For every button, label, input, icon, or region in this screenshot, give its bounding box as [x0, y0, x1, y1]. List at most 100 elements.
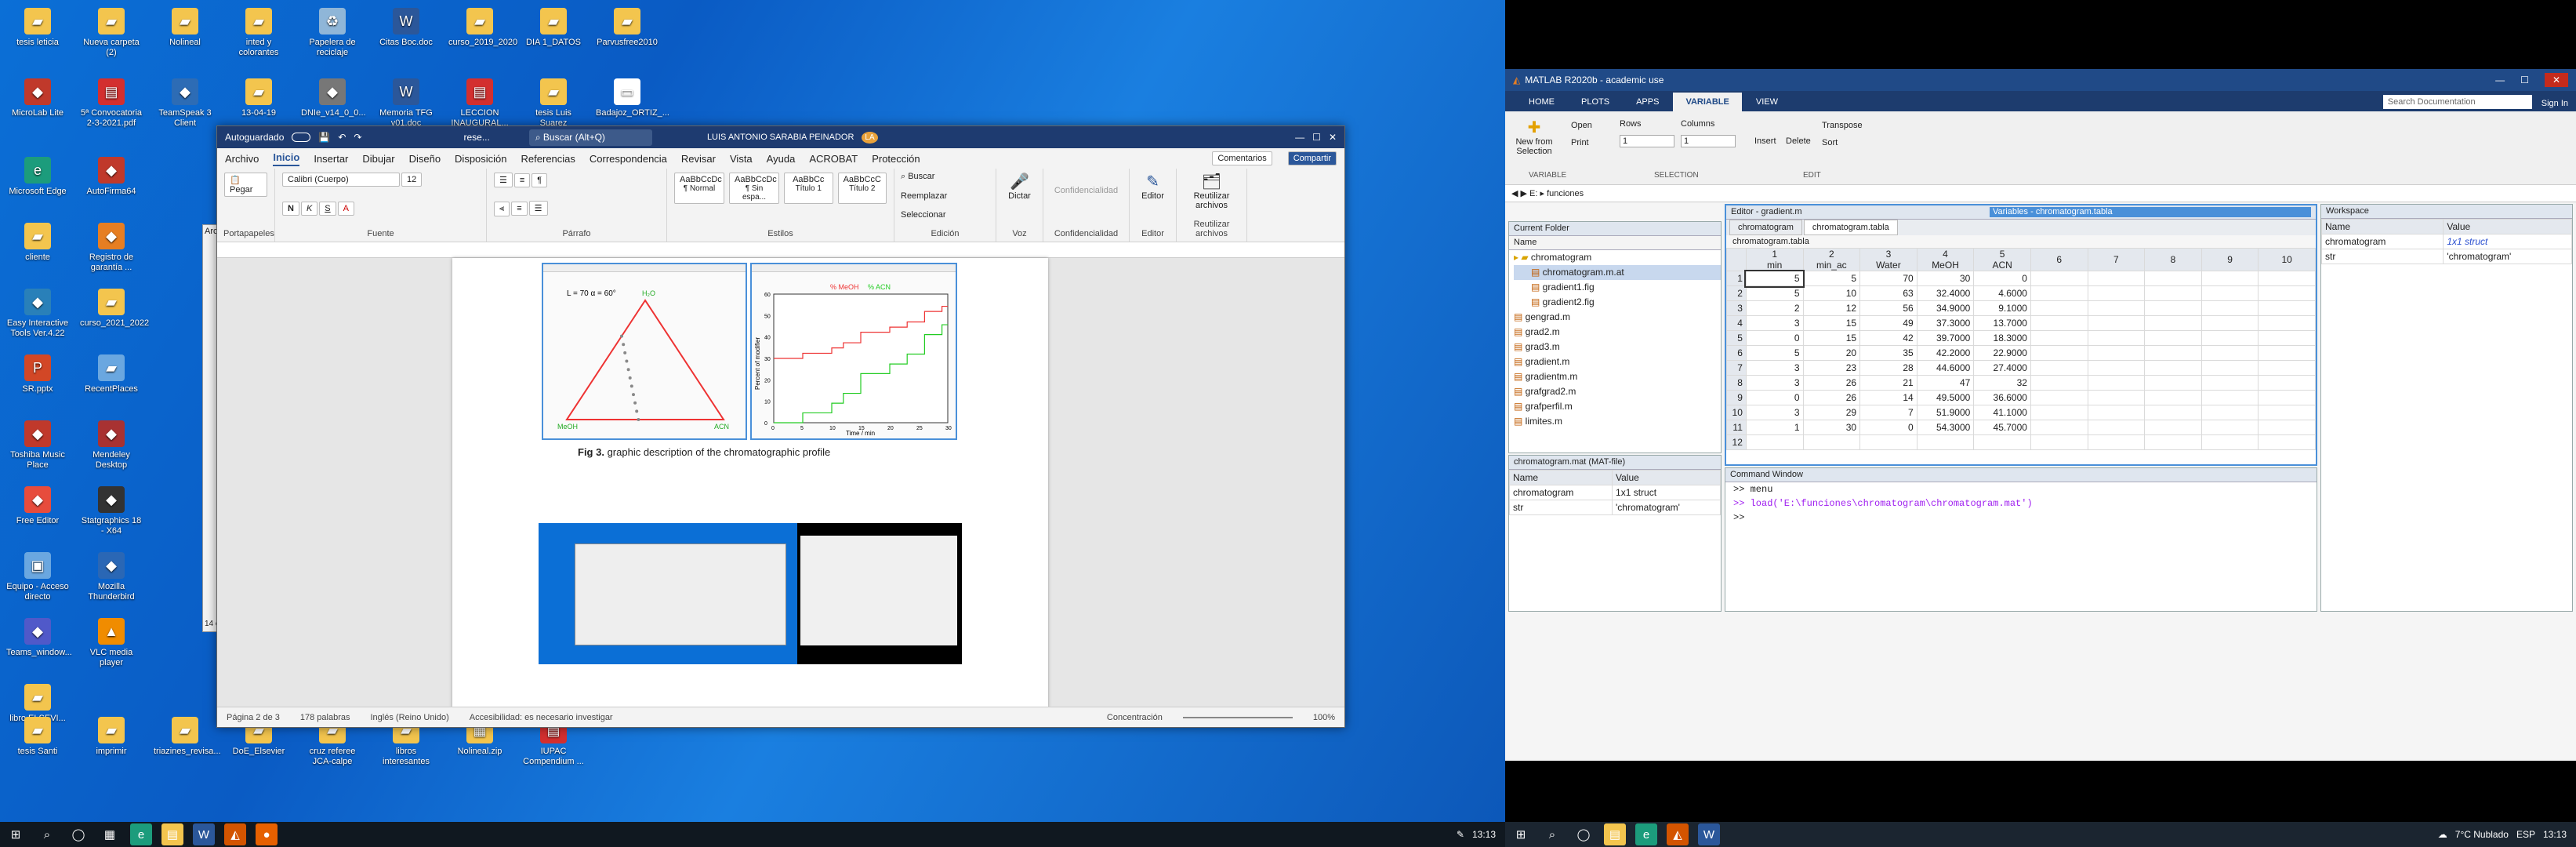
- table-cell[interactable]: 32: [1973, 375, 2031, 391]
- table-cell[interactable]: 26: [1802, 375, 1861, 391]
- close-icon[interactable]: ✕: [2544, 73, 2568, 87]
- table-cell[interactable]: [2258, 285, 2316, 301]
- table-cell[interactable]: 10: [1802, 285, 1861, 301]
- table-cell[interactable]: [2087, 434, 2146, 450]
- desktop-icon[interactable]: ◆ AutoFirma64: [80, 157, 143, 197]
- document-area[interactable]: L = 70 α = 60° H₂O MeOH ACN % MeOH % ACN: [217, 258, 1344, 708]
- table-cell[interactable]: 49: [1859, 315, 1917, 331]
- weather-icon[interactable]: ☁: [2438, 829, 2447, 840]
- table-cell[interactable]: 3: [1745, 360, 1804, 376]
- table-cell[interactable]: [2030, 360, 2088, 376]
- tab-1[interactable]: Inicio: [273, 151, 300, 166]
- table-cell[interactable]: 5: [1744, 269, 1805, 288]
- table-cell[interactable]: [2144, 375, 2202, 391]
- new-from-selection-button[interactable]: ✚ New from Selection: [1513, 118, 1555, 156]
- desktop-icon[interactable]: ▰ Parvusfree2010: [596, 8, 659, 48]
- close-icon[interactable]: ✕: [1329, 132, 1337, 143]
- folder-item[interactable]: ▤ grad2.m: [1514, 325, 1721, 340]
- desktop-icon[interactable]: ▲ VLC media player: [80, 618, 143, 668]
- table-cell[interactable]: [2258, 390, 2316, 405]
- doc-search-input[interactable]: Search Documentation: [2382, 95, 2532, 109]
- table-cell[interactable]: [2258, 345, 2316, 361]
- search-icon[interactable]: ⌕: [36, 823, 58, 845]
- desktop-icon[interactable]: ▰ curso_2021_2022: [80, 289, 149, 329]
- desktop-icon[interactable]: ▰ Nueva carpeta (2): [80, 8, 143, 58]
- table-cell[interactable]: [2087, 405, 2146, 420]
- table-cell[interactable]: [2200, 360, 2259, 376]
- table-cell[interactable]: [2144, 390, 2202, 405]
- font-color-button[interactable]: A: [337, 201, 354, 216]
- desktop-icon[interactable]: ◆ DNIe_v14_0_0...: [301, 78, 366, 118]
- table-cell[interactable]: 18.3000: [1973, 330, 2031, 346]
- table-cell[interactable]: 5: [1745, 285, 1804, 301]
- command-window[interactable]: Command Window >> menu >> load('E:\funci…: [1725, 467, 2317, 612]
- table-cell[interactable]: 5: [1745, 345, 1804, 361]
- firefox-icon[interactable]: ●: [256, 823, 278, 845]
- folder-item[interactable]: ▤ gengrad.m: [1514, 310, 1721, 325]
- table-cell[interactable]: [2200, 271, 2259, 286]
- table-cell[interactable]: [2087, 420, 2146, 435]
- desktop-icon[interactable]: ▤ LECCION INAUGURAL...: [448, 78, 511, 129]
- tab-7[interactable]: Correspondencia: [590, 153, 667, 165]
- desktop-icon[interactable]: ▰ RecentPlaces: [80, 354, 143, 394]
- row-header[interactable]: 1: [1726, 271, 1747, 286]
- desktop-icon[interactable]: ▰ triazines_revisa...: [154, 717, 221, 757]
- table-cell[interactable]: [2030, 390, 2088, 405]
- row-header[interactable]: 5: [1726, 330, 1747, 346]
- row-header[interactable]: 7: [1726, 360, 1747, 376]
- table-cell[interactable]: [2144, 271, 2202, 286]
- table-cell[interactable]: 34.9000: [1916, 300, 1975, 316]
- zoom-level[interactable]: 100%: [1313, 713, 1335, 722]
- table-cell[interactable]: [2030, 300, 2088, 316]
- back-icon[interactable]: ◀ ▶: [1511, 189, 1529, 198]
- table-cell[interactable]: [2030, 405, 2088, 420]
- table-cell[interactable]: 3: [1745, 315, 1804, 331]
- clock[interactable]: 13:13: [1472, 829, 1496, 840]
- table-cell[interactable]: 56: [1859, 300, 1917, 316]
- matlab-tab[interactable]: VIEW: [1743, 93, 1791, 111]
- save-icon[interactable]: 💾: [318, 132, 330, 143]
- redo-icon[interactable]: ↷: [354, 132, 361, 143]
- table-cell[interactable]: 42: [1859, 330, 1917, 346]
- folder-item[interactable]: ▤ grafperfil.m: [1514, 399, 1721, 414]
- minimize-icon[interactable]: —: [1295, 132, 1304, 143]
- edge-icon[interactable]: e: [130, 823, 152, 845]
- column-header[interactable]: 1 min: [1745, 248, 1804, 271]
- row-header[interactable]: 8: [1726, 375, 1747, 391]
- matlab-tab[interactable]: APPS: [1624, 93, 1671, 111]
- desktop-icon[interactable]: ▰ tesis Santi: [6, 717, 69, 757]
- column-header[interactable]: 10: [2258, 248, 2316, 271]
- table-cell[interactable]: [2087, 375, 2146, 391]
- table-cell[interactable]: [2030, 420, 2088, 435]
- folder-item[interactable]: ▤ chromatogram.m.at: [1514, 265, 1721, 280]
- delete-button[interactable]: Delete: [1786, 136, 1811, 146]
- table-cell[interactable]: 63: [1859, 285, 1917, 301]
- editor-button[interactable]: ✎ Editor: [1136, 172, 1170, 201]
- table-cell[interactable]: [1745, 434, 1804, 450]
- rows-input[interactable]: 1: [1620, 135, 1674, 147]
- align-left-button[interactable]: ⫷: [494, 202, 510, 216]
- numbering-button[interactable]: ≡: [513, 173, 531, 187]
- folder-item[interactable]: ▤ gradient2.fig: [1514, 295, 1721, 310]
- bold-button[interactable]: N: [282, 201, 299, 216]
- table-cell[interactable]: 0: [1745, 330, 1804, 346]
- table-cell[interactable]: 39.7000: [1916, 330, 1975, 346]
- table-cell[interactable]: [2258, 330, 2316, 346]
- desktop-icon[interactable]: ▰ DIA 1_DATOS: [522, 8, 585, 48]
- desktop-icon[interactable]: ◆ Easy Interactive Tools Ver.4.22: [6, 289, 69, 339]
- desktop-icon[interactable]: ▤ 5ª Convocatoria 2-3-2021.pdf: [80, 78, 143, 129]
- style-gallery-item[interactable]: AaBbCc Título 1: [784, 173, 833, 204]
- signin-link[interactable]: Sign In: [2534, 96, 2576, 111]
- table-cell[interactable]: 21: [1859, 375, 1917, 391]
- ws-var-name[interactable]: str: [2321, 249, 2444, 264]
- desktop-icon[interactable]: ◆ MicroLab Lite: [6, 78, 69, 118]
- table-cell[interactable]: [2200, 390, 2259, 405]
- document-page[interactable]: L = 70 α = 60° H₂O MeOH ACN % MeOH % ACN: [452, 258, 1048, 708]
- table-cell[interactable]: [2200, 420, 2259, 435]
- tab-8[interactable]: Revisar: [681, 153, 716, 165]
- matlab-icon[interactable]: ◭: [1667, 823, 1689, 845]
- table-cell[interactable]: 0: [1859, 420, 1917, 435]
- table-cell[interactable]: [2087, 300, 2146, 316]
- desktop-icon[interactable]: ◆ Statgraphics 18 - X64: [80, 486, 143, 536]
- table-cell[interactable]: [2200, 405, 2259, 420]
